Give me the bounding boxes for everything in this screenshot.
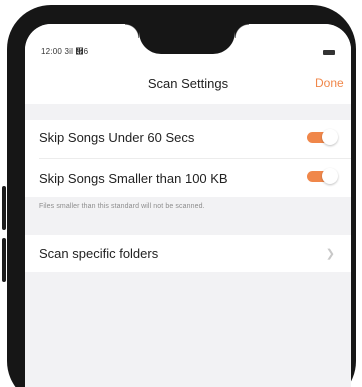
skip-small-songs-label: Skip Songs Smaller than 100 KB [39,171,228,186]
scan-folders-label: Scan specific folders [39,246,159,261]
skip-short-songs-toggle[interactable] [307,129,338,145]
toggle-knob [322,168,338,184]
page-title: Scan Settings [147,76,229,91]
skip-settings-group: Skip Songs Under 60 Secs Skip Songs Smal… [25,120,351,197]
done-button[interactable]: Done [315,76,344,90]
skip-short-songs-label: Skip Songs Under 60 Secs [39,130,195,145]
volume-down-button[interactable] [2,238,6,282]
battery-icon [323,50,335,55]
skip-small-songs-row: Skip Songs Smaller than 100 KB [39,158,351,197]
skip-short-songs-row: Skip Songs Under 60 Secs [25,120,351,158]
scan-note: Files smaller than this standard will no… [39,203,205,210]
phone-frame: 12:00 3il ὏6 Scan Settings Done Skip Son… [7,5,356,387]
volume-up-button[interactable] [2,186,6,230]
screen: 12:00 3il ὏6 Scan Settings Done Skip Son… [25,24,351,387]
screenshot: 12:00 3il ὏6 Scan Settings Done Skip Son… [0,0,362,387]
toggle-knob [322,129,338,145]
skip-small-songs-toggle[interactable] [307,168,338,184]
camera-notch [125,24,249,54]
status-time: 12:00 3il ὏6 [41,47,89,56]
chevron-right-icon: ❯ [325,248,335,260]
scan-folders-row[interactable]: Scan specific folders ❯ [25,235,351,272]
